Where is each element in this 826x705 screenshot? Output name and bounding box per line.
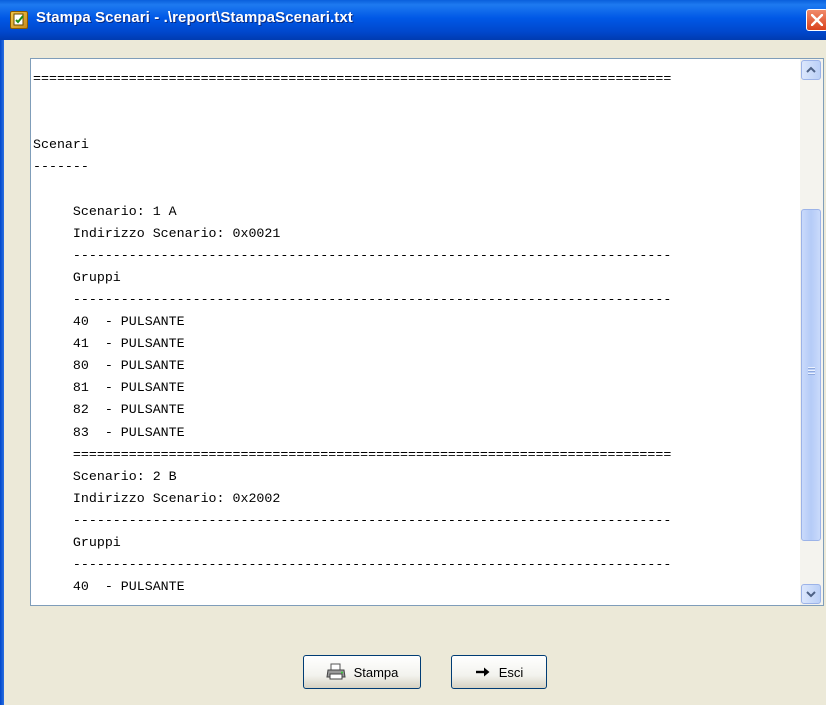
report-line: 41 - PULSANTE [33,336,185,352]
report-line: 80 - PULSANTE [33,358,185,374]
report-line: ----------------------------------------… [33,512,672,528]
report-line: Gruppi [33,534,121,550]
window-title: Stampa Scenari - .\report\StampaScenari.… [36,9,353,26]
title-bar[interactable]: Stampa Scenari - .\report\StampaScenari.… [0,0,826,40]
report-line: ----------------------------------------… [33,291,672,307]
window-frame-left [0,40,4,705]
report-text-area[interactable]: ========================================… [30,58,824,606]
printer-icon [326,663,346,680]
report-line: ----------------------------------------… [33,247,672,263]
vertical-scrollbar[interactable] [800,59,823,605]
scrollbar-grip [808,367,815,375]
report-line: Gruppi [33,269,121,285]
chevron-down-icon [806,591,816,598]
report-line: 40 - PULSANTE [33,314,185,330]
report-icon [10,11,28,29]
report-content: ========================================… [33,68,671,598]
scroll-down-button[interactable] [801,584,821,604]
scroll-up-button[interactable] [801,60,821,80]
report-line: 40 - PULSANTE [33,579,185,595]
report-line [33,90,671,112]
report-line: ========================================… [33,71,672,86]
report-line: Indirizzo Scenario: 0x2002 [33,490,281,506]
close-button[interactable] [806,9,826,31]
exit-button[interactable]: Esci [451,655,547,689]
print-button[interactable]: Stampa [303,655,421,689]
print-button-label: Stampa [353,664,399,680]
report-line: ------- [33,159,89,175]
report-line: ----------------------------------------… [33,557,672,573]
chevron-up-icon [806,66,816,73]
report-line: Indirizzo Scenario: 0x0021 [33,225,281,241]
report-line: 81 - PULSANTE [33,380,185,396]
report-line: Scenari [33,137,89,153]
exit-button-label: Esci [498,664,524,680]
arrow-right-icon [475,667,490,677]
report-line: Scenario: 1 A [33,203,177,219]
report-line [33,112,671,134]
close-icon [811,14,823,26]
scrollbar-thumb[interactable] [801,209,821,541]
report-line: 83 - PULSANTE [33,424,185,440]
dialog-window: Stampa Scenari - .\report\StampaScenari.… [0,0,826,705]
report-line: 82 - PULSANTE [33,402,185,418]
report-line: ========================================… [33,446,672,462]
report-line [33,178,671,200]
report-line: Scenario: 2 B [33,468,177,484]
